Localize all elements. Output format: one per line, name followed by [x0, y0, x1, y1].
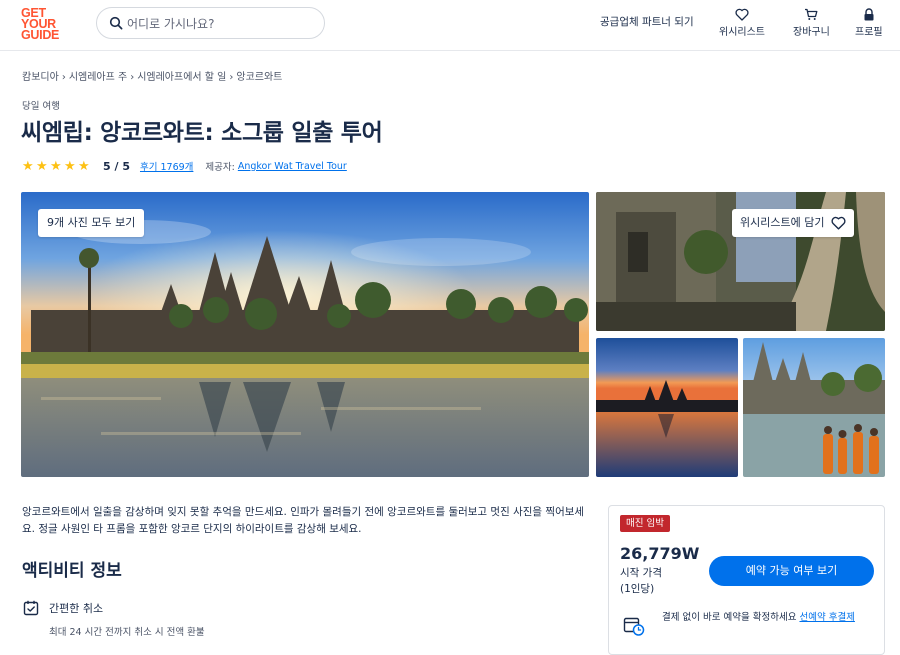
price-note: 시작 가격 (1인당) — [620, 565, 662, 597]
add-to-wishlist-button[interactable]: 위시리스트에 담기 — [732, 209, 855, 237]
reserve-text: 결제 없이 바로 예약을 확정하세요 선예약 후결제 — [662, 610, 880, 625]
star-icon: ★ — [36, 158, 48, 174]
profile-label: 프로필 — [855, 27, 883, 38]
free-cancellation-feature: 간편한 취소 — [22, 598, 103, 618]
star-icon: ★ — [64, 158, 76, 174]
heart-icon — [735, 8, 749, 21]
breadcrumb-separator: › — [229, 72, 234, 83]
price-note-per-person: (1인당) — [620, 583, 655, 595]
getyourguide-logo[interactable]: GET YOUR GUIDE — [21, 7, 65, 42]
calendar-clock-icon — [623, 617, 645, 636]
likely-to-sell-out-badge: 매진 임박 — [620, 515, 670, 532]
breadcrumb-item-cambodia[interactable]: 캄보디아 — [22, 72, 59, 83]
heart-icon — [831, 216, 847, 230]
breadcrumb-item-things-to-do[interactable]: 시엠레아프에서 할 일 — [137, 72, 226, 83]
profile-button[interactable]: 프로필 — [855, 8, 883, 38]
cart-icon — [805, 8, 818, 20]
add-to-wishlist-label: 위시리스트에 담기 — [740, 216, 825, 229]
star-icon: ★ — [50, 158, 62, 174]
activity-info-heading: 액티비티 정보 — [22, 561, 122, 581]
page-title: 씨엠립: 앙코르와트: 소그룹 일출 투어 — [21, 120, 383, 146]
provider-link[interactable]: Angkor Wat Travel Tour — [238, 161, 347, 172]
breadcrumb-separator: › — [130, 72, 135, 83]
logo-line-3: GUIDE — [21, 28, 60, 42]
search-box[interactable] — [96, 7, 325, 39]
search-icon — [109, 16, 123, 30]
photo-monks-angkor-wat[interactable] — [743, 338, 885, 477]
price: 26,779W — [620, 544, 700, 563]
cancellation-title: 간편한 취소 — [49, 602, 104, 615]
breadcrumb-separator: › — [61, 72, 66, 83]
provider-label: 제공자: — [205, 162, 235, 173]
rating-score: 5 / 5 — [103, 159, 130, 173]
reviews-link[interactable]: 후기 1769개 — [140, 159, 193, 173]
star-rating: ★ ★ ★ ★ ★ — [22, 160, 91, 173]
wishlist-label: 위시리스트 — [719, 27, 765, 38]
breadcrumb-item-province[interactable]: 시엠레아프 주 — [69, 72, 127, 83]
booking-card: 매진 임박 26,779W 시작 가격 (1인당) 예약 가능 여부 보기 결제… — [608, 505, 885, 655]
view-all-photos-button[interactable]: 9개 사진 모두 보기 — [38, 209, 145, 237]
become-supplier-link[interactable]: 공급업체 파트너 되기 — [600, 14, 694, 29]
reserve-now-pay-later-link[interactable]: 선예약 후결제 — [799, 612, 854, 623]
reserve-text-body: 결제 없이 바로 예약을 확정하세요 — [662, 612, 800, 623]
rating-row: ★ ★ ★ ★ ★ 5 / 5 후기 1769개 제공자: Angkor Wat… — [22, 158, 347, 174]
lock-user-icon — [864, 8, 874, 21]
search-input[interactable] — [127, 14, 312, 34]
check-availability-button[interactable]: 예약 가능 여부 보기 — [709, 556, 874, 586]
wishlist-button[interactable]: 위시리스트 — [719, 8, 765, 38]
price-note-from: 시작 가격 — [620, 567, 662, 579]
breadcrumb-item-angkor-wat[interactable]: 앙코르와트 — [236, 72, 282, 83]
calendar-check-icon — [23, 600, 39, 616]
cancellation-subtext: 최대 24 시간 전까지 취소 시 전액 환불 — [49, 627, 205, 638]
cart-label: 장바구니 — [793, 27, 830, 38]
breadcrumb: 캄보디아 › 시엠레아프 주 › 시엠레아프에서 할 일 › 앙코르와트 — [22, 68, 282, 83]
activity-description: 앙코르와트에서 일출을 감상하며 잊지 못할 추억을 만드세요. 인파가 몰려들… — [22, 506, 585, 535]
cart-button[interactable]: 장바구니 — [793, 8, 830, 38]
photo-angkor-wat-sunset-reflection[interactable] — [596, 338, 738, 477]
star-icon: ★ — [78, 158, 90, 174]
activity-type: 당일 여행 — [22, 101, 60, 112]
top-header: GET YOUR GUIDE 공급업체 파트너 되기 위시리스트 장바구니 프로… — [0, 0, 900, 51]
star-icon: ★ — [22, 158, 34, 174]
